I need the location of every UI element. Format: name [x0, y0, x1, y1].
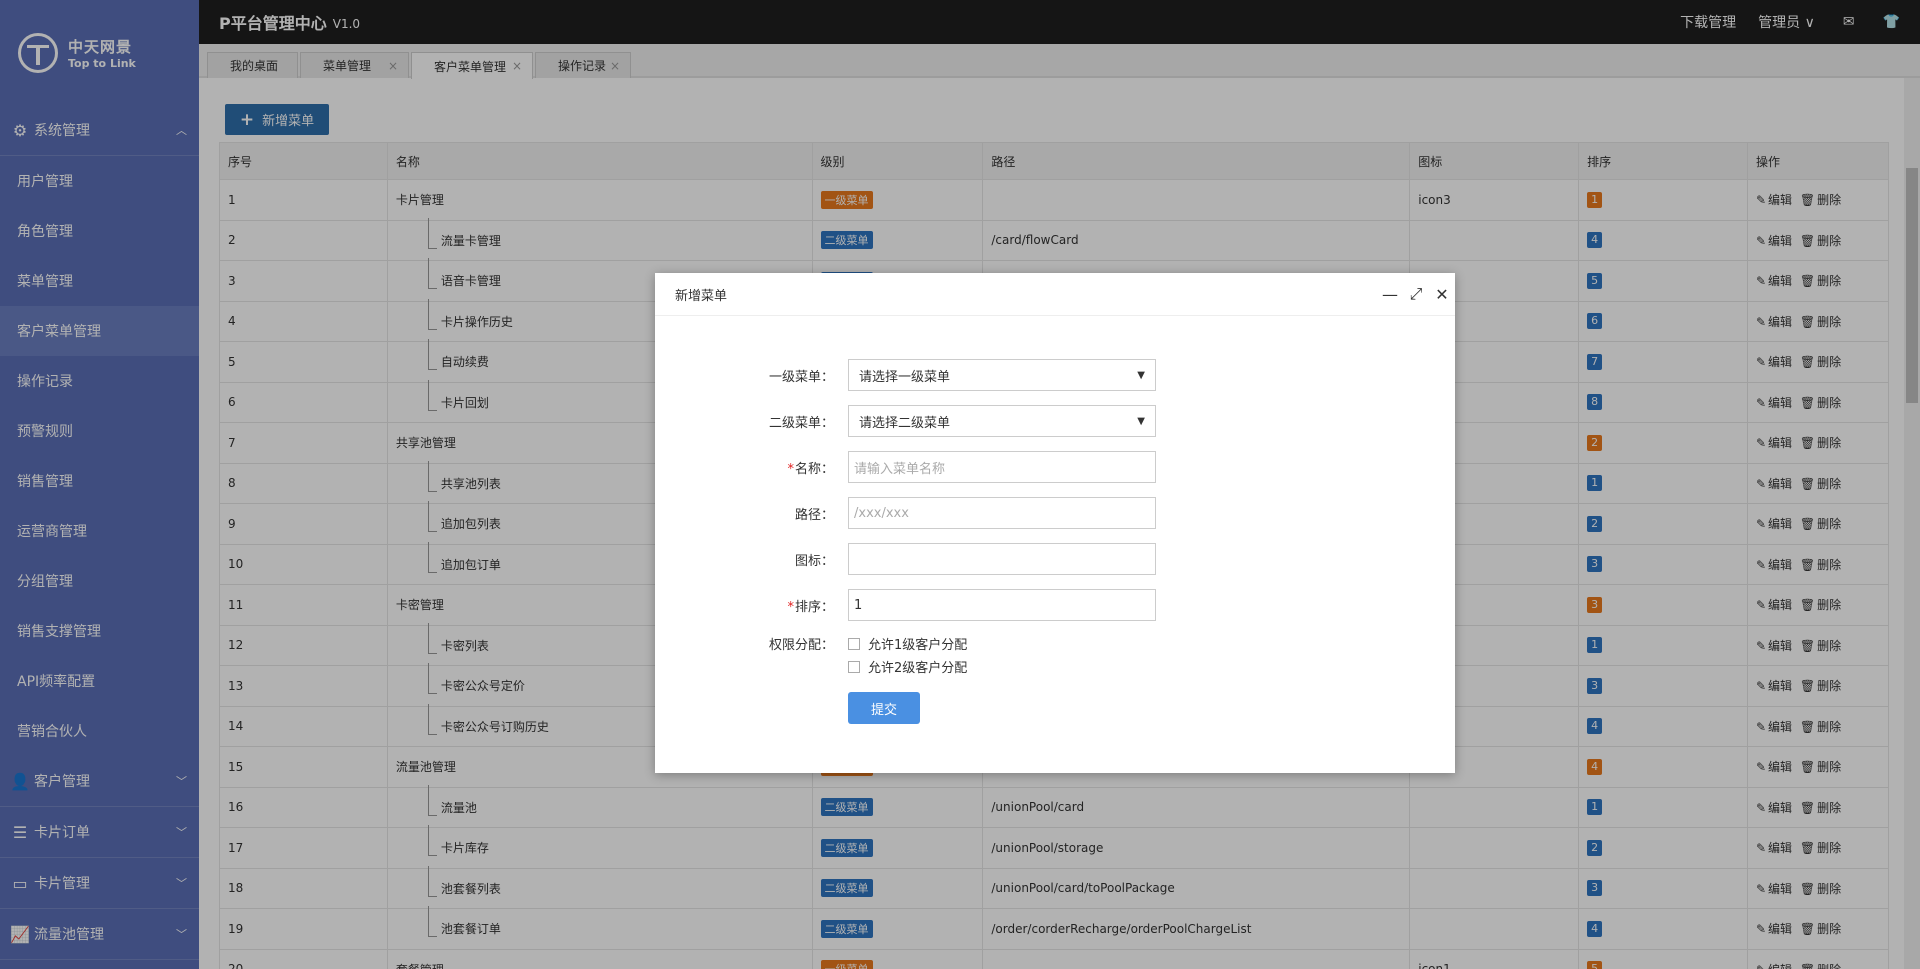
name-label: 名称： [794, 461, 834, 477]
required-mark: * [787, 461, 794, 477]
path-input[interactable]: /xxx/xxx [848, 497, 1156, 529]
dropdown-arrow-icon: ▼ [1137, 369, 1145, 381]
close-icon[interactable]: ✕ [1429, 285, 1455, 304]
path-label: 路径： [794, 507, 834, 523]
dialog-header: 新增菜单 — ⤢ ✕ [655, 273, 1455, 316]
permission-label: 权限分配： [768, 638, 834, 653]
level1-select[interactable]: 请选择一级菜单 ▼ [848, 359, 1156, 391]
permission-level2-label: 允许2级客户分配 [868, 661, 968, 676]
maximize-icon[interactable]: ⤢ [1403, 284, 1429, 304]
minimize-icon[interactable]: — [1377, 285, 1403, 304]
submit-button[interactable]: 提交 [848, 692, 920, 724]
permission-level1-label: 允许1级客户分配 [868, 638, 968, 653]
level2-value: 请选择二级菜单 [859, 415, 951, 431]
level1-label: 一级菜单： [768, 369, 834, 385]
add-menu-dialog: 新增菜单 — ⤢ ✕ 一级菜单： 请选择一级菜单 ▼ 二级菜单： 请选择二级菜单 ▼… [655, 273, 1455, 773]
checkbox-box[interactable] [848, 660, 860, 673]
permission-level2-checkbox[interactable]: 允许2级客户分配 [848, 655, 967, 678]
order-label: 排序： [794, 599, 834, 615]
permission-level1-checkbox[interactable]: 允许1级客户分配 [848, 632, 967, 655]
level1-value: 请选择一级菜单 [859, 369, 951, 385]
dialog-title: 新增菜单 [675, 288, 728, 304]
dropdown-arrow-icon: ▼ [1137, 415, 1145, 427]
level2-select[interactable]: 请选择二级菜单 ▼ [848, 405, 1156, 437]
required-mark: * [787, 599, 794, 615]
icon-input[interactable] [848, 543, 1156, 575]
level2-label: 二级菜单： [768, 415, 834, 431]
order-input[interactable]: 1 [848, 589, 1156, 621]
icon-label: 图标： [794, 553, 834, 569]
name-input[interactable]: 请输入菜单名称 [848, 451, 1156, 483]
checkbox-box[interactable] [848, 637, 860, 650]
